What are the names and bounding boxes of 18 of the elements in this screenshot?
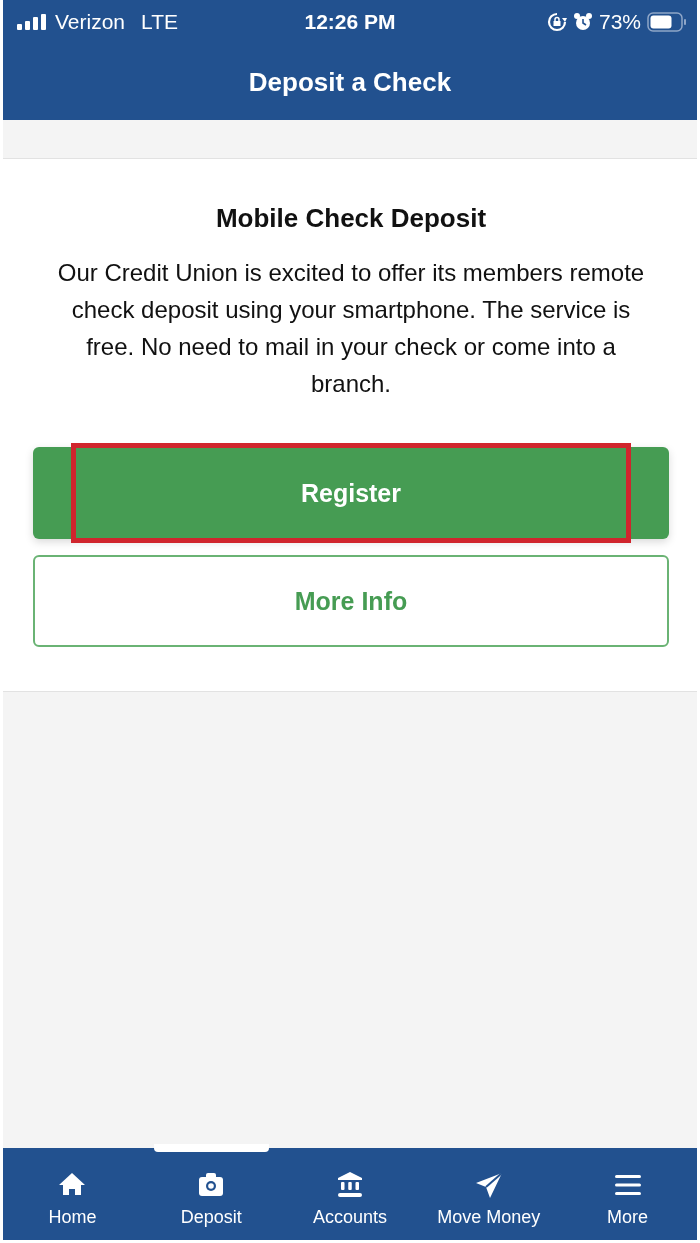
battery-icon [647,12,687,32]
carrier-name: Verizon [55,10,126,34]
card-title: Mobile Check Deposit [215,203,487,234]
tab-bar-item[interactable]: Home [3,1148,142,1240]
tab-bar-item[interactable]: Move Money [419,1148,559,1240]
battery-percent: 73% [598,10,641,34]
bank-icon [336,1171,364,1199]
paper-plane-icon [474,1171,503,1199]
rotation-lock-icon [546,12,567,32]
signal-icon [17,14,47,30]
alarm-icon [572,12,593,32]
camera-icon [197,1171,226,1199]
card-description: Our Credit Union is excited to offer its members remote check deposit using your smartphone. The service is free. No need to mail in your check or come into a branch. [56,258,646,399]
status-time: 12:26 PM [304,10,396,34]
screen-title: Deposit a Check [248,66,452,98]
tab-bar-item[interactable]: Accounts [280,1148,420,1240]
tab-bar-item[interactable]: More [558,1148,697,1240]
network-type: LTE [141,10,178,34]
